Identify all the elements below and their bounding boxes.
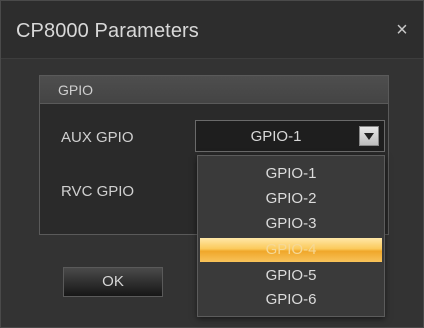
group-title: GPIO <box>58 82 94 98</box>
dropdown-option-gpio-1[interactable]: GPIO-1 <box>200 162 382 186</box>
dropdown-option-gpio-5[interactable]: GPIO-5 <box>200 264 382 288</box>
aux-gpio-selected-value: GPIO-1 <box>250 128 302 145</box>
dropdown-option-gpio-3[interactable]: GPIO-3 <box>200 212 382 236</box>
aux-gpio-select[interactable]: GPIO-1 <box>195 120 385 152</box>
group-header: GPIO <box>40 76 388 104</box>
rvc-gpio-label: RVC GPIO <box>61 183 135 200</box>
parameters-dialog: CP8000 Parameters × GPIO AUX GPIO RVC GP… <box>0 0 424 328</box>
dropdown-option-gpio-4[interactable]: GPIO-4 <box>200 238 382 262</box>
close-icon[interactable]: × <box>389 17 415 43</box>
dialog-title: CP8000 Parameters <box>16 20 199 42</box>
ok-button[interactable]: OK <box>63 267 163 297</box>
aux-gpio-label: AUX GPIO <box>61 129 134 146</box>
gpio-dropdown-list: GPIO-1 GPIO-2 GPIO-3 GPIO-4 GPIO-5 GPIO-… <box>197 155 385 317</box>
dropdown-option-gpio-2[interactable]: GPIO-2 <box>200 187 382 211</box>
chevron-down-icon[interactable] <box>359 126 379 146</box>
title-bar[interactable]: CP8000 Parameters × <box>1 1 423 59</box>
dropdown-option-gpio-6[interactable]: GPIO-6 <box>200 288 382 312</box>
